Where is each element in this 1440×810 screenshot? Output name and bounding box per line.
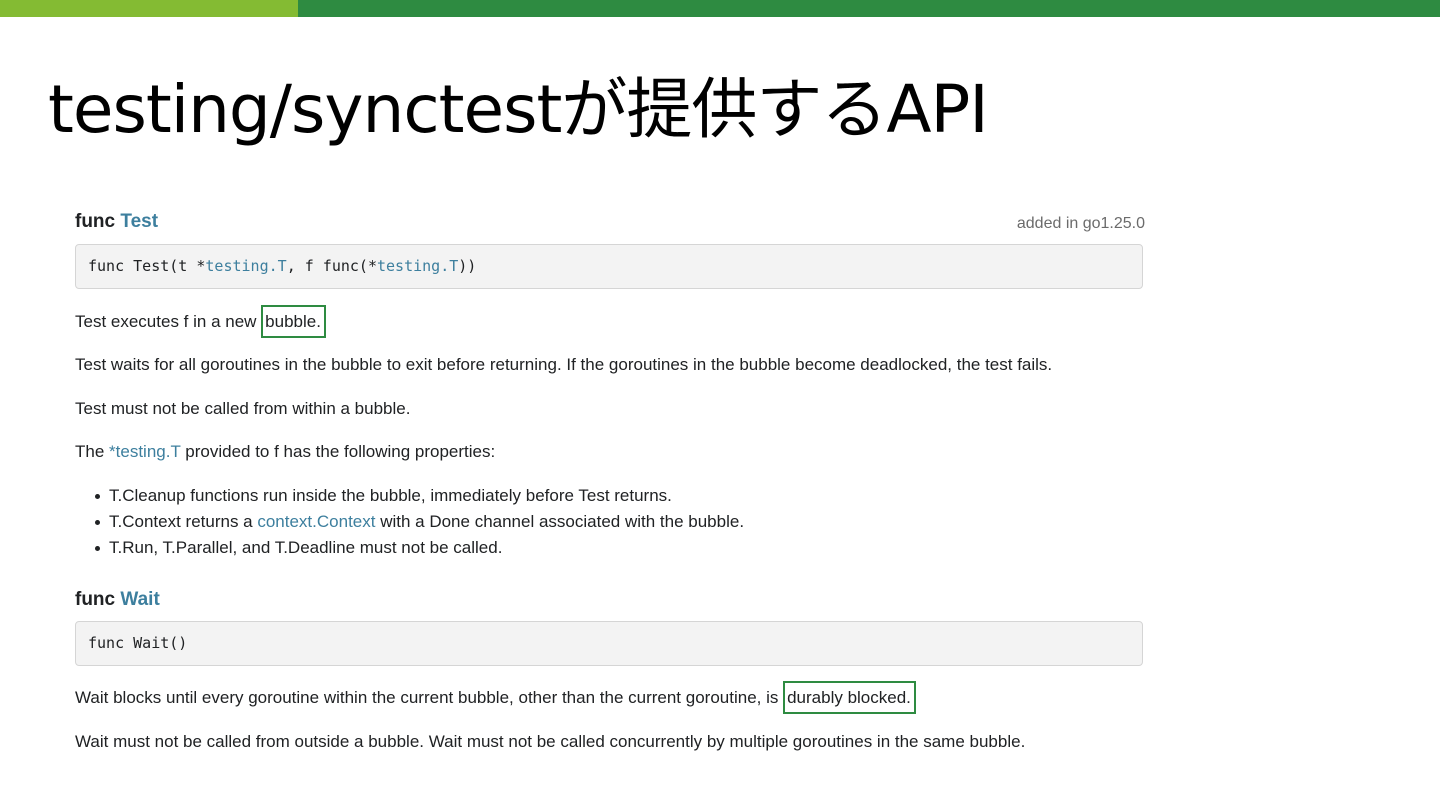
testing-t-link[interactable]: *testing.T bbox=[109, 442, 181, 461]
test-signature: func Test(t *testing.T, f func(*testing.… bbox=[88, 257, 476, 275]
context-context-link[interactable]: context.Context bbox=[257, 512, 375, 531]
paragraph-text: Wait blocks until every goroutine within… bbox=[75, 688, 784, 707]
since-version-label: added in go1.25.0 bbox=[1016, 215, 1145, 232]
list-item-text: with a Done channel associated with the … bbox=[375, 512, 745, 531]
top-accent-bar bbox=[0, 0, 1440, 17]
paragraph-text: provided to f has the following properti… bbox=[180, 442, 496, 461]
durably-blocked-highlight-box: durably blocked. bbox=[783, 681, 916, 714]
func-keyword: func bbox=[75, 589, 116, 610]
testing-t-link[interactable]: testing.T bbox=[377, 257, 458, 275]
bubble-highlight-box: bubble. bbox=[261, 305, 326, 338]
func-wait-name-link[interactable]: Wait bbox=[120, 589, 159, 610]
signature-text: func Test(t * bbox=[88, 257, 206, 275]
func-test-name-link[interactable]: Test bbox=[120, 211, 158, 232]
signature-text: )) bbox=[458, 257, 477, 275]
func-wait-heading: func Wait bbox=[75, 588, 160, 612]
signature-text: , f func(* bbox=[286, 257, 377, 275]
properties-list: T.Cleanup functions run inside the bubbl… bbox=[75, 483, 744, 561]
accent-bar-light-segment bbox=[0, 0, 298, 17]
test-desc-paragraph-4: The *testing.T provided to f has the fol… bbox=[75, 440, 495, 464]
accent-bar-dark-segment bbox=[298, 0, 1440, 17]
wait-desc-paragraph-2: Wait must not be called from outside a b… bbox=[75, 732, 1026, 751]
test-desc-paragraph-1: Test executes f in a new bubble. bbox=[75, 305, 326, 338]
list-item: T.Context returns a context.Context with… bbox=[75, 509, 744, 535]
func-test-heading: func Test bbox=[75, 210, 158, 234]
list-item: T.Run, T.Parallel, and T.Deadline must n… bbox=[75, 535, 744, 561]
paragraph-text: Test executes f in a new bbox=[75, 312, 262, 331]
test-desc-paragraph-3: Test must not be called from within a bu… bbox=[75, 399, 411, 418]
list-item: T.Cleanup functions run inside the bubbl… bbox=[75, 483, 744, 509]
slide-title: testing/synctestが提供するAPI bbox=[48, 71, 989, 148]
wait-signature: func Wait() bbox=[88, 634, 188, 652]
test-desc-paragraph-2: Test waits for all goroutines in the bub… bbox=[75, 355, 1053, 374]
test-signature-codebox: func Test(t *testing.T, f func(*testing.… bbox=[75, 244, 1143, 289]
paragraph-text: The bbox=[75, 442, 110, 461]
wait-signature-codebox: func Wait() bbox=[75, 621, 1143, 666]
wait-desc-paragraph-1: Wait blocks until every goroutine within… bbox=[75, 681, 916, 714]
func-keyword: func bbox=[75, 211, 116, 232]
testing-t-link[interactable]: testing.T bbox=[205, 257, 286, 275]
list-item-text: T.Context returns a bbox=[109, 512, 258, 531]
